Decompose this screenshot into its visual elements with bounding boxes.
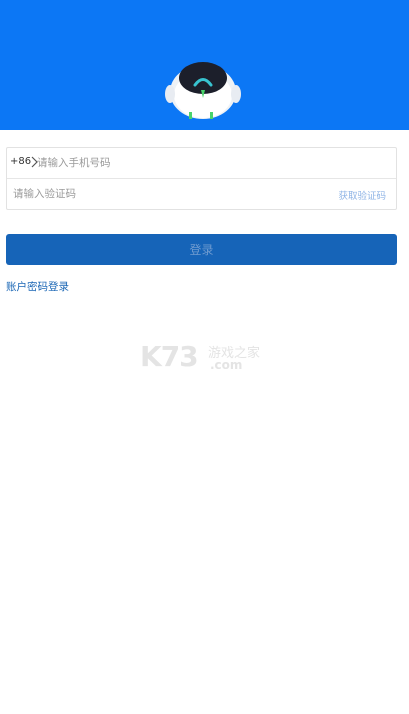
login-button[interactable]: 登录 xyxy=(6,234,397,265)
phone-input[interactable] xyxy=(37,154,377,172)
country-code[interactable]: +86 xyxy=(10,156,31,167)
header-banner xyxy=(0,0,409,130)
watermark: K73 游戏之家 .com xyxy=(140,340,270,376)
watermark-brand: K73 xyxy=(140,340,199,373)
account-password-login-link[interactable]: 账户密码登录 xyxy=(6,279,69,294)
phone-row: +86 xyxy=(7,148,396,179)
login-form: +86 获取验证码 xyxy=(6,147,397,210)
verification-code-input[interactable] xyxy=(13,185,323,203)
robot-mascot-icon xyxy=(165,62,241,119)
code-row: 获取验证码 xyxy=(7,179,396,209)
watermark-domain: .com xyxy=(210,358,243,372)
get-code-button[interactable]: 获取验证码 xyxy=(338,188,386,202)
